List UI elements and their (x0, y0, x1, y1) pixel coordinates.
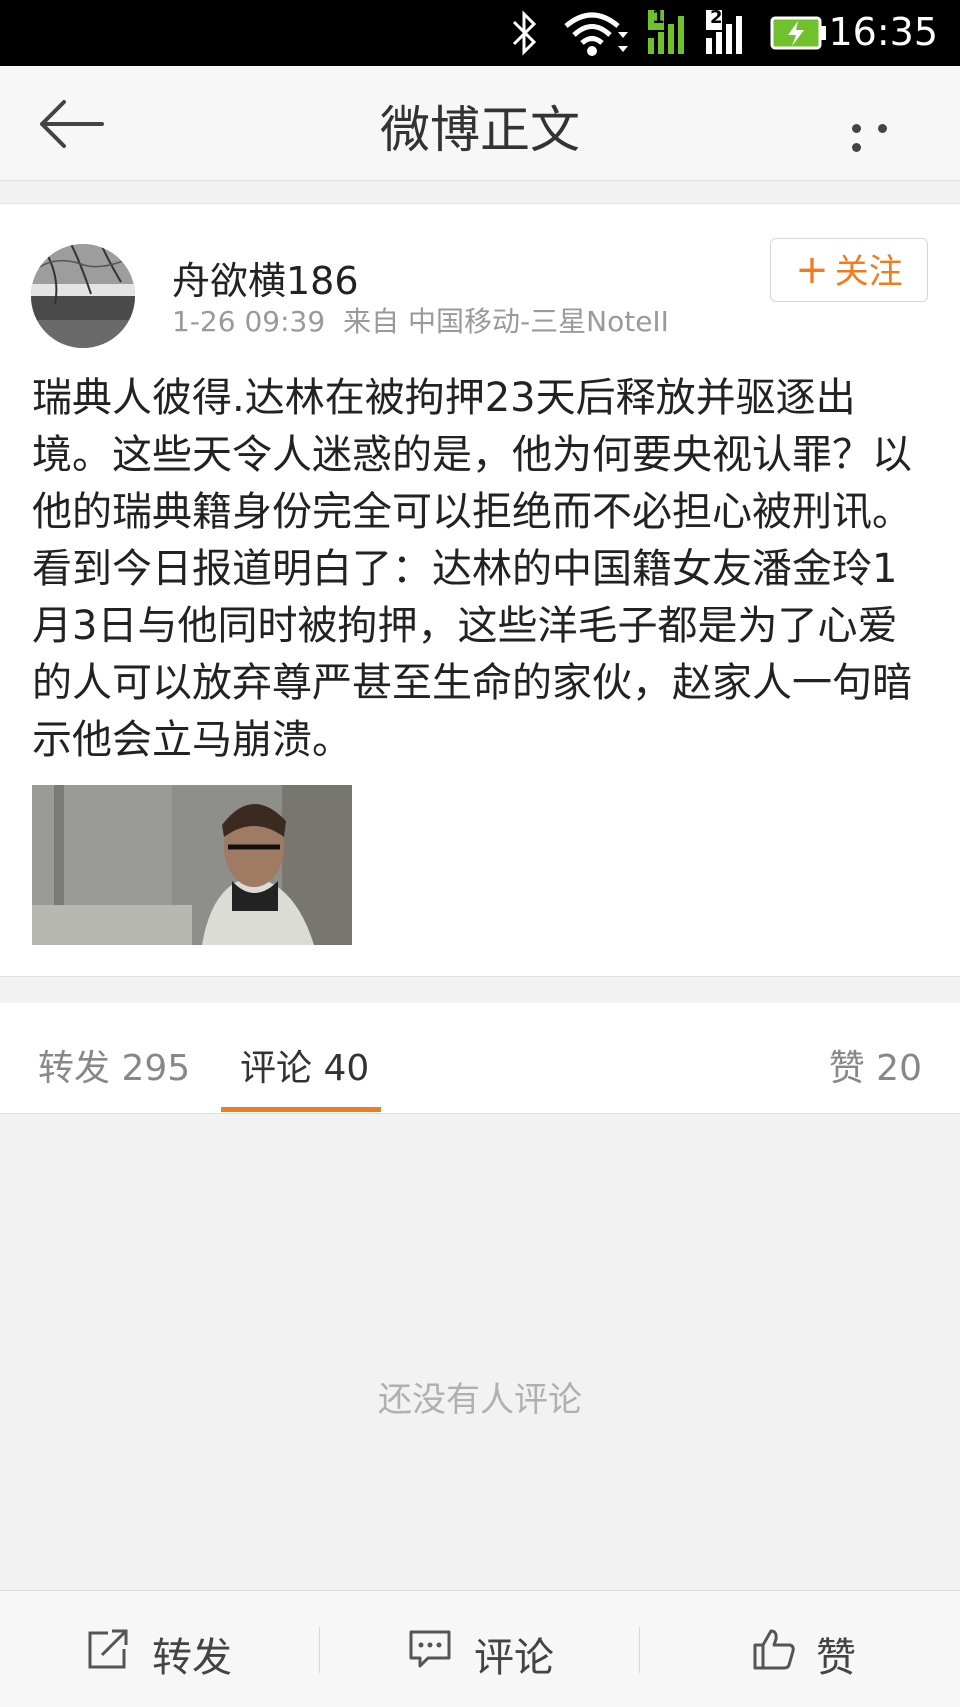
post-source: 来自 中国移动-三星NoteII (343, 305, 669, 338)
status-bar: 1 2 16:35 (0, 0, 960, 66)
bottom-toolbar: 转发 评论 赞 (0, 1590, 960, 1707)
like-button[interactable]: 赞 (640, 1591, 960, 1707)
like-label: 赞 (816, 1635, 856, 1681)
tab-like[interactable]: 赞 20 (829, 1039, 922, 1091)
bluetooth-icon (512, 10, 537, 56)
repost-button[interactable]: 转发 (0, 1591, 320, 1707)
repost-icon (88, 1629, 128, 1669)
page-title: 微博正文 (380, 101, 580, 159)
sim1-label: 1 (652, 7, 665, 28)
wifi-icon (564, 12, 628, 56)
username[interactable]: 舟欲横186 (172, 250, 359, 305)
post-timestamp: 1-26 09:39 (172, 305, 326, 338)
active-tab-indicator (221, 1107, 381, 1112)
post-image[interactable] (32, 785, 352, 945)
tab-repost[interactable]: 转发 295 (38, 1039, 190, 1091)
repost-label: 转发 (152, 1635, 232, 1681)
follow-label: 关注 (834, 252, 903, 292)
nav-bar: 微博正文 (0, 66, 960, 181)
post-body: 瑞典人彼得.达林在被拘押23天后释放并驱逐出境。这些天令人迷惑的是，他为何要央视… (32, 375, 912, 763)
battery-charging-icon (770, 16, 826, 50)
comment-label: 评论 (474, 1635, 554, 1681)
comment-button[interactable]: 评论 (320, 1591, 640, 1707)
post-card: 舟欲横186 1-26 09:39 来自 中国移动-三星NoteII + 关注 瑞典… (0, 203, 960, 977)
avatar[interactable] (31, 244, 135, 348)
comment-icon (409, 1630, 451, 1668)
clock: 16:35 (828, 10, 938, 54)
plus-icon: + (795, 247, 829, 293)
post-tabs: 转发 295 评论 40 赞 20 (0, 1003, 960, 1114)
thumbs-up-icon (753, 1629, 795, 1670)
sim2-label: 2 (710, 7, 723, 28)
post-meta: 1-26 09:39 来自 中国移动-三星NoteII (172, 300, 687, 340)
tab-comment[interactable]: 评论 40 (240, 1039, 369, 1091)
empty-comments-message: 还没有人评论 (378, 1380, 582, 1420)
follow-button[interactable]: + 关注 (770, 238, 928, 302)
more-options-icon[interactable] (852, 118, 920, 152)
